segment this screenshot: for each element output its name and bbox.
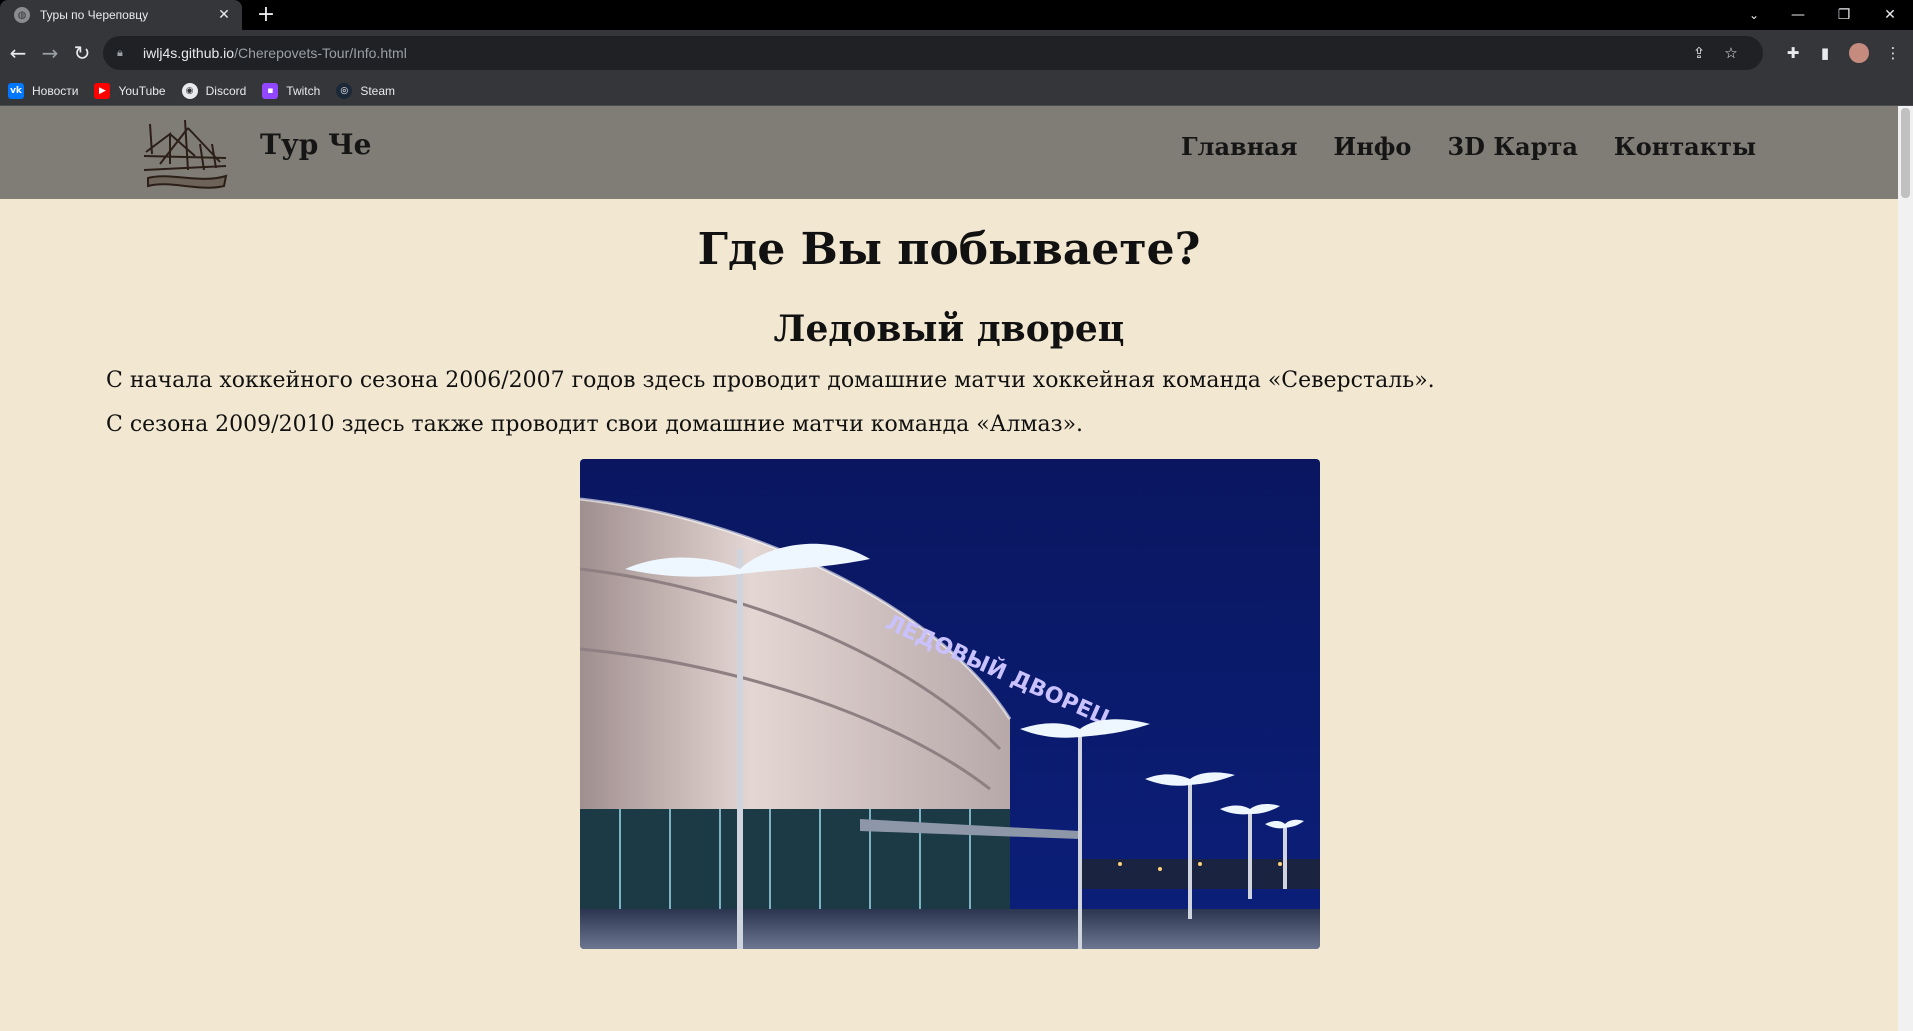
bookmark-twitch[interactable]: ▪ Twitch (262, 82, 321, 99)
restore-icon[interactable]: ❐ (1821, 0, 1867, 30)
minimize-icon[interactable]: — (1775, 0, 1821, 30)
bookmark-steam[interactable]: ◎ Steam (336, 82, 395, 99)
bookmark-discord[interactable]: ◉ Discord (181, 82, 247, 99)
close-window-icon[interactable]: ✕ (1867, 0, 1913, 30)
bookmark-label: Discord (205, 83, 247, 98)
tab-search-icon[interactable]: ⌄ (1739, 0, 1769, 30)
new-tab-button[interactable]: + (254, 3, 278, 27)
window-controls: — ❐ ✕ (1775, 0, 1913, 30)
bookmark-label: Новости (32, 83, 79, 98)
lock-icon[interactable]: 🔒︎ (117, 46, 131, 60)
ice-palace-photo: ЛЕДОВЫЙ ДВОРЕЦ (580, 459, 1320, 949)
bookmarks-bar: vk Новости ▶ YouTube ◉ Discord ▪ Twitch … (0, 76, 1913, 106)
browser-tab-bar: ◍ Туры по Череповцу ✕ + ⌄ — ❐ ✕ (0, 0, 1913, 30)
browser-toolbar: ← → ↻ 🔒︎ iwlj4s.github.io /Cherepovets-T… (0, 30, 1913, 76)
bookmark-label: YouTube (118, 83, 166, 98)
globe-icon: ◍ (14, 7, 30, 23)
profile-avatar[interactable] (1849, 43, 1869, 63)
url-host: iwlj4s.github.io (143, 45, 235, 61)
site-nav: Главная Инфо 3D Карта Контакты (1145, 132, 1756, 161)
bookmark-star-icon[interactable]: ☆ (1715, 44, 1747, 62)
nav-link-home[interactable]: Главная (1181, 132, 1298, 161)
page-viewport: Тур Че Главная Инфо 3D Карта Контакты Гд… (0, 106, 1898, 1031)
url-path: /Cherepovets-Tour/Info.html (234, 45, 407, 61)
share-icon[interactable]: ⇪ (1683, 44, 1715, 62)
bookmark-label: Steam (360, 83, 395, 98)
steam-icon: ◎ (336, 82, 353, 99)
back-icon[interactable]: ← (2, 37, 34, 69)
site-title[interactable]: Тур Че (260, 128, 371, 161)
discord-icon: ◉ (181, 82, 198, 99)
tab-title: Туры по Череповцу (40, 8, 149, 22)
extensions-icon[interactable]: ✚ (1777, 44, 1809, 62)
address-bar[interactable]: 🔒︎ iwlj4s.github.io /Cherepovets-Tour/In… (103, 36, 1763, 70)
forward-icon[interactable]: → (34, 37, 66, 69)
menu-icon[interactable]: ⋮ (1877, 44, 1909, 62)
close-tab-icon[interactable]: ✕ (216, 7, 232, 23)
page-title: Где Вы побываете? (697, 224, 1201, 275)
youtube-icon: ▶ (94, 82, 111, 99)
side-panel-icon[interactable]: ▮ (1809, 44, 1841, 62)
browser-tab[interactable]: ◍ Туры по Череповцу ✕ (0, 0, 242, 30)
page-scrollbar[interactable] (1898, 106, 1913, 1031)
description-paragraph: С сезона 2009/2010 здесь также проводит … (106, 412, 1084, 437)
bookmark-novosti[interactable]: vk Новости (8, 82, 79, 99)
nav-link-3d-map[interactable]: 3D Карта (1447, 132, 1577, 161)
nav-link-contacts[interactable]: Контакты (1614, 132, 1756, 161)
twitch-icon: ▪ (262, 82, 279, 99)
vk-icon: vk (8, 82, 24, 99)
description-paragraph: С начала хоккейного сезона 2006/2007 год… (106, 368, 1435, 393)
scrollbar-thumb[interactable] (1901, 108, 1910, 198)
bookmark-label: Twitch (286, 83, 321, 98)
site-header: Тур Че Главная Инфо 3D Карта Контакты (0, 106, 1898, 199)
nav-link-info[interactable]: Инфо (1334, 132, 1412, 161)
bookmark-youtube[interactable]: ▶ YouTube (94, 82, 166, 99)
reload-icon[interactable]: ↻ (66, 37, 98, 69)
site-logo[interactable] (140, 114, 230, 192)
section-title: Ледовый дворец (773, 308, 1125, 350)
